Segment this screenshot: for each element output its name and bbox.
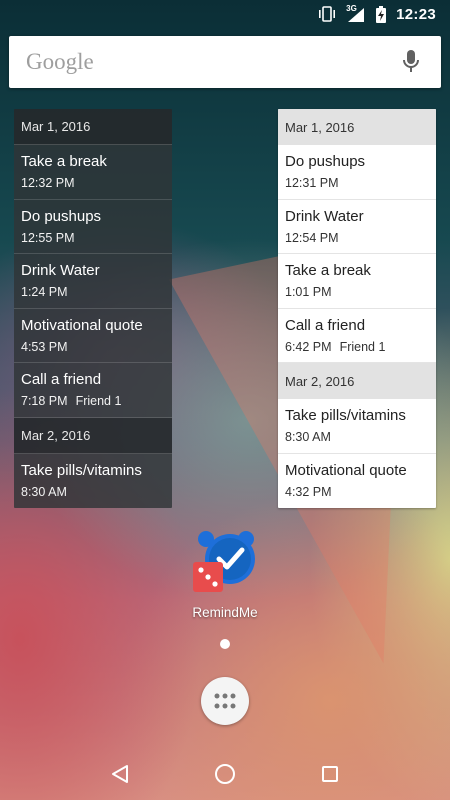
reminder-time: 6:42 PM [285,339,332,354]
reminder-time: 7:18 PM [21,394,68,408]
list-item[interactable]: Take a break 1:01 PM [278,254,436,309]
list-item[interactable]: Do pushups 12:31 PM [278,145,436,200]
back-triangle-icon[interactable] [100,754,140,794]
date-header: Mar 1, 2016 [278,109,436,145]
reminder-contact: Friend 1 [339,339,386,354]
list-item[interactable]: Do pushups 12:55 PM [14,200,172,254]
reminder-time: 8:30 AM [285,430,331,444]
date-header: Mar 1, 2016 [14,109,172,145]
list-item[interactable]: Take pills/vitamins 8:30 AM [14,454,172,509]
battery-icon [376,5,387,23]
app-label[interactable]: RemindMe [175,605,275,620]
date-header: Mar 2, 2016 [14,417,172,454]
alarm-clock-check-icon[interactable] [190,528,260,598]
reminder-time: 12:31 PM [285,176,339,190]
reminder-title: Take pills/vitamins [285,407,406,424]
status-bar: 3G 12:23 [0,0,450,28]
reminder-title: Call a friend [21,371,102,388]
reminder-title: Drink Water [21,262,100,279]
list-item[interactable]: Call a friend 7:18 PM Friend 1 [14,363,172,418]
reminder-time: 1:24 PM [21,285,68,299]
list-item[interactable]: Drink Water 12:54 PM [278,200,436,254]
reminder-time: 1:01 PM [285,285,332,299]
app-drawer-button[interactable] [201,677,249,725]
reminder-time: 12:32 PM [21,176,75,190]
app-grid-icon [214,693,236,709]
list-item[interactable]: Take pills/vitamins 8:30 AM [278,399,436,454]
list-item[interactable]: Call a friend 6:42 PM Friend 1 [278,309,436,363]
list-item[interactable]: Take a break 12:32 PM [14,145,172,200]
reminder-title: Do pushups [21,207,102,225]
reminder-widget-dark: Mar 1, 2016 Take a break 12:32 PM Do pus… [14,109,172,508]
reminder-time: 8:30 AM [21,484,67,499]
recents-square-icon[interactable] [310,754,350,794]
mic-icon[interactable] [403,50,419,74]
reminder-title: Take pills/vitamins [21,461,142,479]
network-type-label: 3G [346,4,357,13]
reminder-contact: Friend 1 [75,394,122,408]
signal-3g-icon: 3G [346,4,366,22]
reminder-title: Motivational quote [21,316,143,334]
reminder-title: Do pushups [285,153,366,170]
reminder-title: Motivational quote [285,461,407,479]
navigation-bar [0,748,450,800]
reminder-title: Take a break [285,262,371,279]
page-indicator [220,639,230,649]
vibrate-icon [318,6,336,22]
reminder-time: 12:54 PM [285,230,339,245]
reminder-time: 4:32 PM [285,484,332,499]
reminder-title: Call a friend [285,316,366,334]
list-item[interactable]: Motivational quote 4:53 PM [14,309,172,363]
list-item[interactable]: Motivational quote 4:32 PM [278,454,436,509]
google-logo: Google [26,49,94,74]
date-header: Mar 2, 2016 [278,363,436,399]
reminder-time: 12:55 PM [21,230,75,245]
reminder-time: 4:53 PM [21,339,68,354]
reminder-title: Take a break [21,153,107,170]
home-circle-icon[interactable] [205,754,245,794]
google-search-bar[interactable]: Google [9,36,441,88]
status-clock: 12:23 [396,5,436,23]
reminder-title: Drink Water [285,207,364,225]
reminder-widget-light: Mar 1, 2016 Do pushups 12:31 PM Drink Wa… [278,109,436,508]
list-item[interactable]: Drink Water 1:24 PM [14,254,172,309]
